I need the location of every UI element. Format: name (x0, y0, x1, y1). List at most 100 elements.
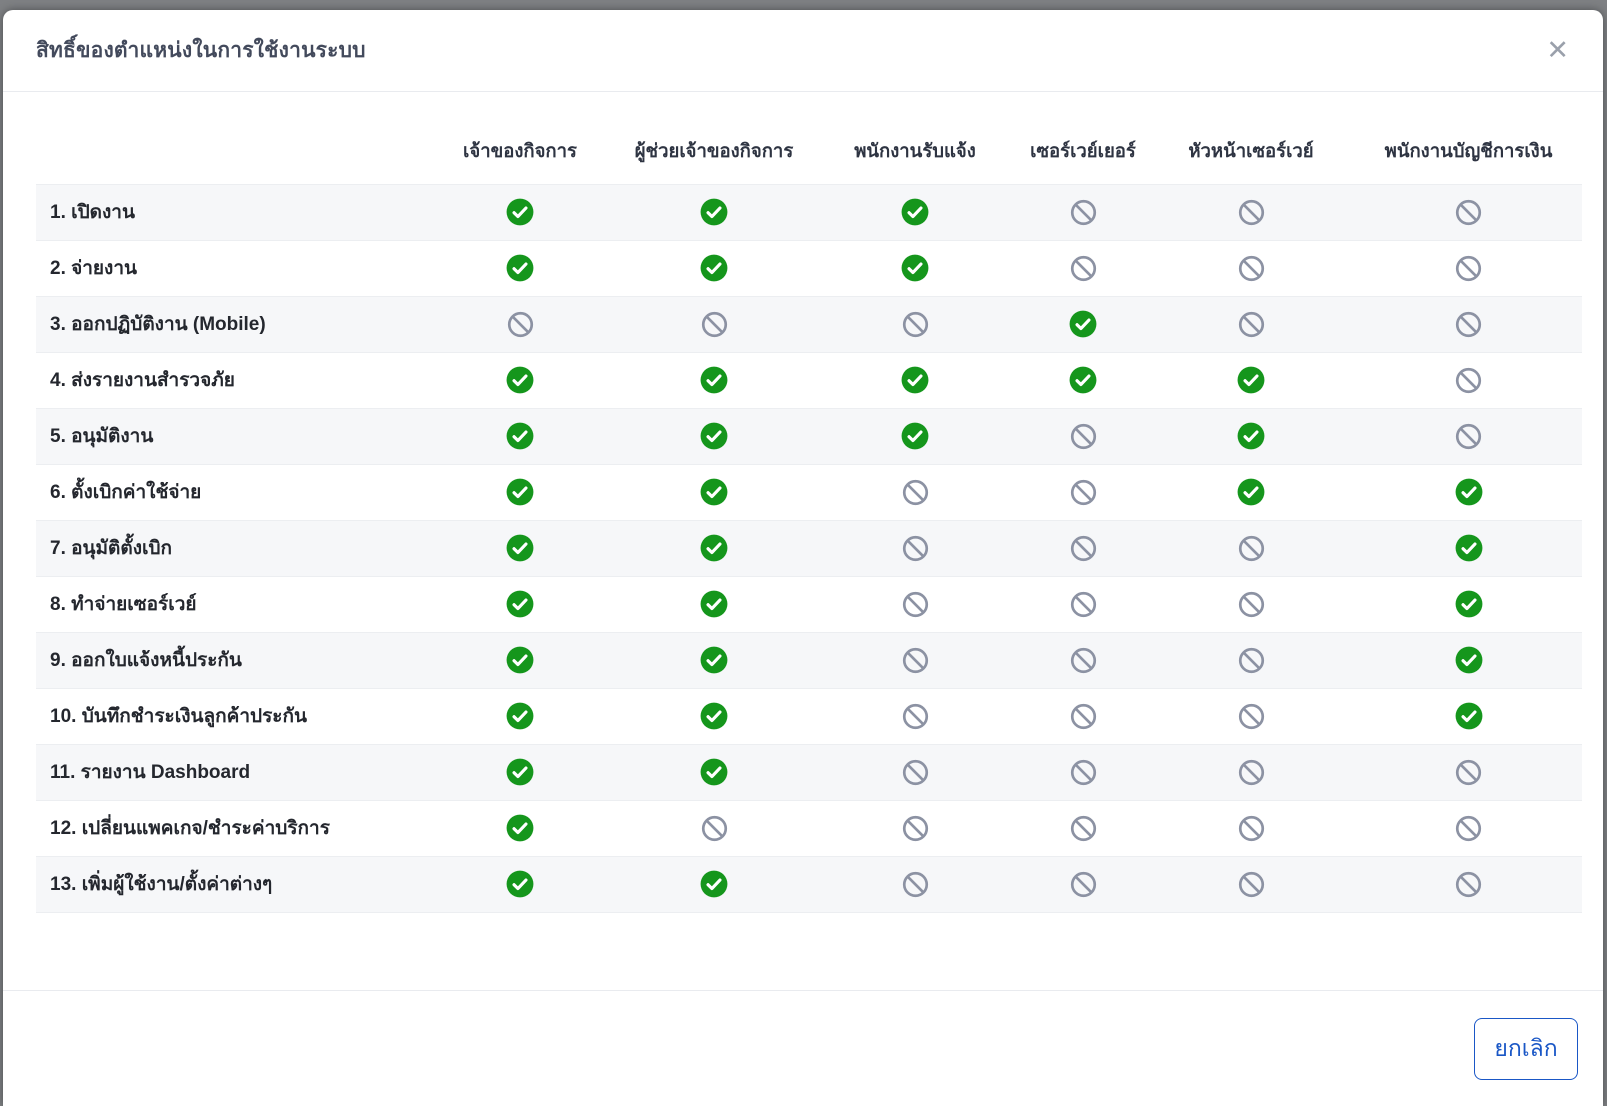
permission-cell (811, 800, 1019, 856)
ban-icon (1070, 871, 1097, 898)
permission-cell (1355, 576, 1582, 632)
permission-cell (1147, 240, 1355, 296)
ban-icon (1238, 591, 1265, 618)
check-circle-icon (506, 198, 534, 226)
corner-cell (36, 120, 423, 184)
check-circle-icon (1237, 422, 1265, 450)
permission-cell (1019, 240, 1147, 296)
permission-cell (1355, 856, 1582, 912)
ban-icon (1070, 423, 1097, 450)
permission-cell (1147, 856, 1355, 912)
cancel-button[interactable]: ยกเลิก (1474, 1018, 1578, 1080)
check-circle-icon (506, 590, 534, 618)
permission-cell (1355, 688, 1582, 744)
column-header: พนักงานบัญชีการเงิน (1355, 120, 1582, 184)
check-circle-icon (1455, 478, 1483, 506)
check-circle-icon (506, 422, 534, 450)
row-label: 10. บันทึกชำระเงินลูกค้าประกัน (36, 688, 423, 744)
permission-cell (1147, 352, 1355, 408)
permission-cell (423, 576, 617, 632)
modal-body: เจ้าของกิจการผู้ช่วยเจ้าของกิจการพนักงาน… (3, 92, 1603, 990)
ban-icon (1070, 199, 1097, 226)
ban-icon (1070, 815, 1097, 842)
column-header: พนักงานรับแจ้ง (811, 120, 1019, 184)
check-circle-icon (506, 366, 534, 394)
check-circle-icon (700, 534, 728, 562)
permission-cell (1019, 688, 1147, 744)
permission-cell (1147, 520, 1355, 576)
permissions-modal: สิทธิ์ของตำแหน่งในการใช้งานระบบ ✕ เจ้าขอ… (3, 10, 1603, 1106)
permission-cell (811, 296, 1019, 352)
column-header: เจ้าของกิจการ (423, 120, 617, 184)
permission-cell (811, 408, 1019, 464)
table-row: 7. อนุมัติตั้งเบิก (36, 520, 1582, 576)
check-circle-icon (700, 422, 728, 450)
row-label: 13. เพิ่มผู้ใช้งาน/ตั้งค่าต่างๆ (36, 856, 423, 912)
ban-icon (1238, 199, 1265, 226)
row-label: 4. ส่งรายงานสำรวจภัย (36, 352, 423, 408)
table-row: 12. เปลี่ยนแพคเกจ/ชำระค่าบริการ (36, 800, 1582, 856)
permission-cell (1147, 576, 1355, 632)
check-circle-icon (700, 758, 728, 786)
check-circle-icon (1237, 366, 1265, 394)
check-circle-icon (506, 254, 534, 282)
table-row: 2. จ่ายงาน (36, 240, 1582, 296)
table-row: 6. ตั้งเบิกค่าใช้จ่าย (36, 464, 1582, 520)
modal-title: สิทธิ์ของตำแหน่งในการใช้งานระบบ (36, 34, 366, 67)
ban-icon (1070, 255, 1097, 282)
table-header-row: เจ้าของกิจการผู้ช่วยเจ้าของกิจการพนักงาน… (36, 120, 1582, 184)
permission-cell (811, 632, 1019, 688)
permission-cell (1355, 632, 1582, 688)
ban-icon (902, 871, 929, 898)
ban-icon (1455, 255, 1482, 282)
modal-footer: ยกเลิก (3, 990, 1603, 1105)
permission-cell (423, 464, 617, 520)
row-label: 2. จ่ายงาน (36, 240, 423, 296)
ban-icon (1070, 535, 1097, 562)
ban-icon (902, 815, 929, 842)
check-circle-icon (506, 870, 534, 898)
permission-cell (1355, 184, 1582, 240)
permission-cell (617, 184, 811, 240)
check-circle-icon (1455, 590, 1483, 618)
permission-cell (423, 296, 617, 352)
table-row: 4. ส่งรายงานสำรวจภัย (36, 352, 1582, 408)
ban-icon (1070, 591, 1097, 618)
ban-icon (1455, 815, 1482, 842)
ban-icon (1238, 311, 1265, 338)
table-row: 13. เพิ่มผู้ใช้งาน/ตั้งค่าต่างๆ (36, 856, 1582, 912)
ban-icon (902, 311, 929, 338)
ban-icon (902, 479, 929, 506)
table-row: 3. ออกปฏิบัติงาน (Mobile) (36, 296, 1582, 352)
ban-icon (1070, 479, 1097, 506)
row-label: 1. เปิดงาน (36, 184, 423, 240)
permission-cell (1019, 576, 1147, 632)
close-icon[interactable]: ✕ (1546, 37, 1569, 64)
permission-cell (1355, 800, 1582, 856)
check-circle-icon (901, 254, 929, 282)
permission-cell (1019, 184, 1147, 240)
table-row: 10. บันทึกชำระเงินลูกค้าประกัน (36, 688, 1582, 744)
check-circle-icon (700, 702, 728, 730)
permission-cell (617, 632, 811, 688)
check-circle-icon (1455, 702, 1483, 730)
permission-cell (617, 352, 811, 408)
permission-cell (1147, 800, 1355, 856)
row-label: 9. ออกใบแจ้งหนี้ประกัน (36, 632, 423, 688)
check-circle-icon (700, 590, 728, 618)
table-row: 5. อนุมัติงาน (36, 408, 1582, 464)
permission-cell (423, 184, 617, 240)
permission-cell (811, 520, 1019, 576)
permission-cell (617, 296, 811, 352)
ban-icon (1238, 255, 1265, 282)
check-circle-icon (700, 198, 728, 226)
permission-cell (1355, 744, 1582, 800)
ban-icon (701, 815, 728, 842)
permission-cell (617, 408, 811, 464)
permission-cell (1147, 688, 1355, 744)
check-circle-icon (506, 534, 534, 562)
check-circle-icon (1069, 366, 1097, 394)
permission-cell (1019, 744, 1147, 800)
row-label: 3. ออกปฏิบัติงาน (Mobile) (36, 296, 423, 352)
permission-cell (1019, 632, 1147, 688)
